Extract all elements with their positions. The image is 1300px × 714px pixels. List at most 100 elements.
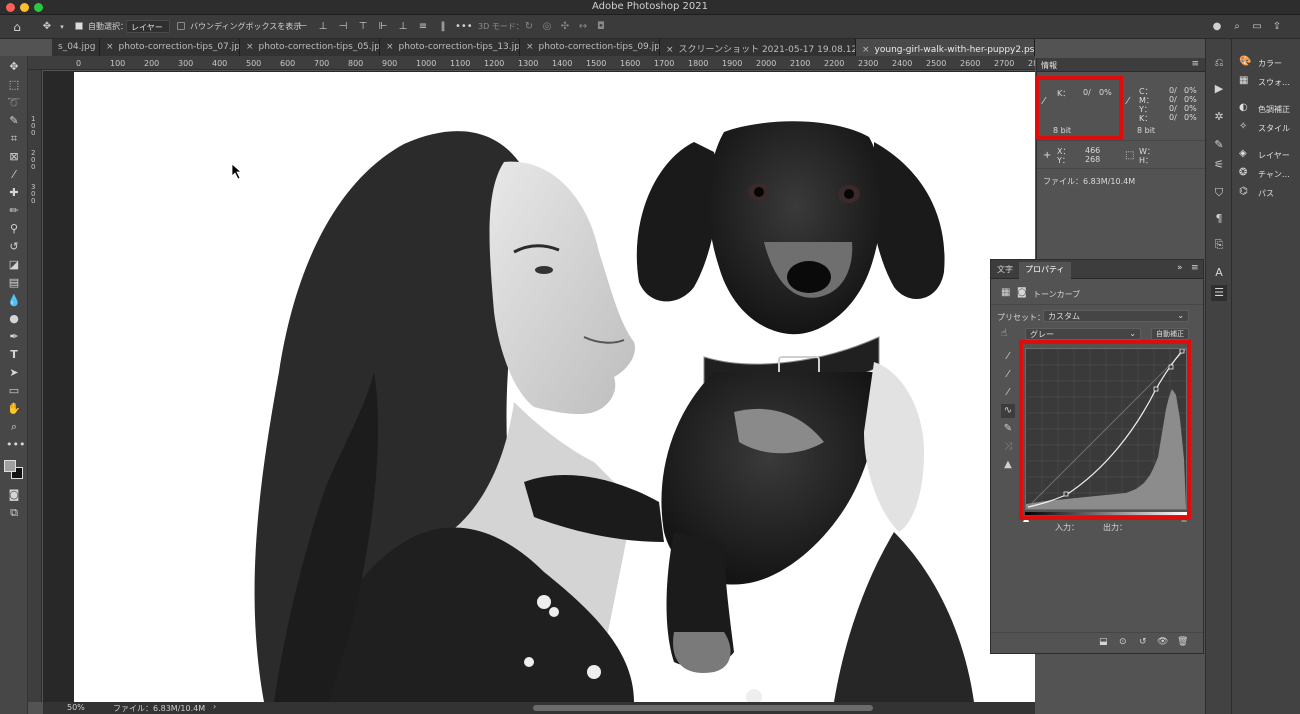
character-icon[interactable]: A [1211, 265, 1227, 281]
clipping-warning-icon[interactable]: ▲ [1001, 458, 1015, 472]
actions-icon[interactable]: ▶ [1211, 81, 1227, 97]
quick-select-tool-icon[interactable]: ✎ [6, 114, 22, 128]
clip-to-layer-icon[interactable]: ⬓ [1099, 637, 1108, 647]
workspace-icon[interactable]: ▭ [1250, 20, 1264, 34]
tab-active-document[interactable]: ×young-girl-walk-with-her-puppy2.psd @ 5… [856, 39, 1035, 56]
layer-mask-icon[interactable]: ◙ [1017, 287, 1027, 298]
3d-rotate-icon[interactable]: ↻ [522, 20, 536, 34]
quick-mask-icon[interactable]: ◙ [6, 488, 22, 502]
adjust-sliders-icon[interactable]: ☰ [1211, 285, 1227, 301]
align-bottom-icon[interactable]: ⊥ [396, 20, 410, 34]
dodge-tool-icon[interactable]: ● [6, 312, 22, 326]
eraser-tool-icon[interactable]: ◪ [6, 258, 22, 272]
user-icon[interactable]: ● [1210, 20, 1224, 34]
move-tool-icon[interactable]: ✥ [40, 20, 54, 34]
close-icon[interactable]: × [106, 42, 114, 52]
preset-dropdown[interactable]: カスタム ⌄ [1043, 310, 1189, 322]
settings-gear-icon[interactable]: ✲ [1211, 109, 1227, 125]
3d-pan-icon[interactable]: ✣ [558, 20, 572, 34]
eyedropper-tool-icon[interactable]: ⁄ [6, 168, 22, 182]
pen-tool-icon[interactable]: ✒ [6, 330, 22, 344]
3d-roll-icon[interactable]: ◎ [540, 20, 554, 34]
properties-sliders-icon[interactable]: ⚟ [1211, 157, 1227, 173]
eyedropper-cmyk-icon[interactable]: ⁄ [1127, 96, 1129, 107]
brush-settings-icon[interactable]: ✎ [1211, 137, 1227, 153]
history-brush-icon[interactable]: ↺ [6, 240, 22, 254]
more-tools-icon[interactable]: ••• [6, 438, 25, 452]
black-point-eyedropper-icon[interactable]: ⁄ [1001, 350, 1015, 364]
close-icon[interactable]: × [246, 42, 254, 52]
panel-color[interactable]: 🎨 カラー [1232, 55, 1300, 71]
shape-tool-icon[interactable]: ▭ [6, 384, 22, 398]
history-icon[interactable]: ⎌ [1211, 55, 1227, 71]
align-top-icon[interactable]: ⊤ [356, 20, 370, 34]
layer-select[interactable]: レイヤー [126, 20, 170, 33]
clone-source-icon[interactable]: ⛉ [1211, 185, 1227, 201]
frame-tool-icon[interactable]: ⊠ [6, 150, 22, 164]
search-icon[interactable]: ⌕ [1230, 20, 1244, 34]
3d-slide-icon[interactable]: ↔ [576, 20, 590, 34]
lasso-tool-icon[interactable]: ➰ [6, 96, 22, 110]
auto-select-checkbox[interactable] [75, 22, 83, 30]
bounding-box-checkbox[interactable] [177, 22, 185, 30]
crop-tool-icon[interactable]: ⌗ [6, 132, 22, 146]
curve-point-tool-icon[interactable]: ∿ [1001, 404, 1015, 418]
gray-point-eyedropper-icon[interactable]: ⁄ [1001, 368, 1015, 382]
path-select-tool-icon[interactable]: ➤ [6, 366, 22, 380]
zoom-level[interactable]: 50% [67, 703, 85, 712]
tab-properties[interactable]: プロパティ [1019, 262, 1071, 279]
tab-photo-07[interactable]: × photo-correction-tips_07.jpg [100, 39, 240, 56]
align-right-icon[interactable]: ⊣ [336, 20, 350, 34]
type-tool-icon[interactable]: T [6, 348, 22, 362]
panel-menu-icon[interactable]: ≡ [1191, 59, 1199, 69]
distribute-h-icon[interactable]: ‖ [436, 20, 450, 34]
healing-tool-icon[interactable]: ✚ [6, 186, 22, 200]
tab-photo-13[interactable]: × photo-correction-tips_13.jpg [380, 39, 520, 56]
smooth-curve-icon[interactable]: ⤨ [1001, 440, 1015, 454]
brush-tool-icon[interactable]: ✏ [6, 204, 22, 218]
gradient-tool-icon[interactable]: ▤ [6, 276, 22, 290]
close-icon[interactable]: × [666, 45, 674, 55]
panel-layers[interactable]: ◈ レイヤー [1232, 147, 1300, 163]
align-left-icon[interactable]: ⊢ [296, 20, 310, 34]
delete-trash-icon[interactable]: 🗑 [1177, 637, 1188, 647]
share-icon[interactable]: ⇪ [1270, 20, 1284, 34]
glyphs-icon[interactable]: ⎘ [1211, 237, 1227, 253]
blur-tool-icon[interactable]: 💧 [6, 294, 22, 308]
panel-channels[interactable]: ❂ チャン… [1232, 166, 1300, 182]
tab-s-04[interactable]: s_04.jpg [52, 39, 100, 56]
align-middle-icon[interactable]: ⊩ [376, 20, 390, 34]
move-tool-icon[interactable]: ✥ [6, 60, 22, 74]
close-icon[interactable]: × [526, 42, 534, 52]
3d-scale-icon[interactable]: ◘ [594, 20, 608, 34]
hand-tool-icon[interactable]: ✋ [6, 402, 22, 416]
distribute-icon[interactable]: ≡ [416, 20, 430, 34]
align-center-icon[interactable]: ⊥ [316, 20, 330, 34]
auto-button[interactable]: 自動補正 [1151, 328, 1189, 340]
stamp-tool-icon[interactable]: ⚲ [6, 222, 22, 236]
on-image-adjust-icon[interactable]: ☝ [1001, 328, 1007, 339]
panel-swatches[interactable]: ▦ スウォ… [1232, 74, 1300, 90]
panel-adjustments[interactable]: ◐ 色調補正 [1232, 101, 1300, 117]
foreground-color-swatch[interactable] [4, 460, 16, 472]
horizontal-scrollbar[interactable] [533, 705, 873, 711]
panel-paths[interactable]: ⌬ パス [1232, 185, 1300, 201]
close-icon[interactable]: × [386, 42, 394, 52]
view-previous-icon[interactable]: ⊙ [1119, 637, 1127, 647]
visibility-eye-icon[interactable]: 👁 [1157, 637, 1168, 647]
tab-character[interactable]: 文字 [997, 264, 1013, 275]
reset-icon[interactable]: ↺ [1139, 637, 1147, 647]
paragraph-icon[interactable]: ¶ [1211, 211, 1227, 227]
more-options-icon[interactable]: ••• [455, 20, 473, 34]
tab-screenshot[interactable]: ×スクリーンショット 2021-05-17 19.08.12.png [660, 39, 856, 56]
panel-menu-icon[interactable]: ≡ [1191, 263, 1199, 273]
tab-photo-05[interactable]: × photo-correction-tips_05.jpg [240, 39, 380, 56]
channel-dropdown[interactable]: グレー ⌄ [1025, 328, 1141, 340]
chevron-down-icon[interactable]: ▾ [55, 20, 69, 34]
document-canvas[interactable] [43, 71, 1035, 702]
marquee-tool-icon[interactable]: ⬚ [6, 78, 22, 92]
home-icon[interactable]: ⌂ [10, 20, 24, 34]
zoom-tool-icon[interactable]: ⌕ [6, 420, 22, 434]
screen-mode-icon[interactable]: ⧉ [6, 506, 22, 520]
status-chevron-icon[interactable]: › [213, 702, 216, 711]
